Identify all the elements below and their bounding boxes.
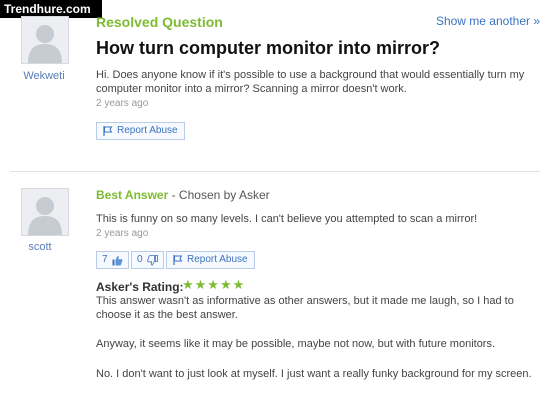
show-another-link[interactable]: Show me another » <box>436 14 540 28</box>
thumbs-up-count: 7 <box>102 254 108 265</box>
askers-rating-label: Asker's Rating: <box>96 280 184 294</box>
asker-comment-2: Anyway, it seems like it may be possible… <box>96 338 496 350</box>
asker-comment-1: This answer wasn't as informative as oth… <box>96 295 514 321</box>
section-divider <box>10 171 540 172</box>
default-avatar-icon <box>22 17 68 63</box>
asker-avatar[interactable] <box>21 16 69 64</box>
rating-stars: ★★★★★ <box>182 277 246 292</box>
best-answer-heading: Best Answer - Chosen by Asker <box>96 188 270 202</box>
thumbs-up-button[interactable]: 7 <box>96 251 129 269</box>
thumbs-down-count: 0 <box>137 254 143 265</box>
default-avatar-icon <box>22 189 68 235</box>
answer-body: This is funny on so many levels. I can't… <box>96 213 478 225</box>
question-title: How turn computer monitor into mirror? <box>96 38 440 58</box>
answerer-avatar[interactable] <box>21 188 69 236</box>
report-abuse-label: Report Abuse <box>187 254 248 265</box>
flag-icon <box>173 255 183 265</box>
report-abuse-label: Report Abuse <box>117 125 178 136</box>
thumbs-down-button[interactable]: 0 <box>131 251 164 269</box>
question-report-abuse-button[interactable]: Report Abuse <box>96 122 185 140</box>
question-timestamp: 2 years ago <box>96 98 149 109</box>
answer-timestamp: 2 years ago <box>96 228 149 239</box>
question-body: Hi. Does anyone know if it's possible to… <box>96 69 525 95</box>
answerer-username[interactable]: scott <box>10 241 70 253</box>
chosen-by-label: - Chosen by Asker <box>171 188 270 202</box>
best-answer-label: Best Answer <box>96 188 169 202</box>
thumbs-up-icon <box>112 255 122 265</box>
asker-username[interactable]: Wekweti <box>14 70 74 82</box>
resolved-question-label: Resolved Question <box>96 14 223 30</box>
asker-comment-3: No. I don't want to just look at myself.… <box>96 368 532 380</box>
flag-icon <box>103 126 113 136</box>
thumbs-down-icon <box>146 254 158 265</box>
answer-report-abuse-button[interactable]: Report Abuse <box>166 251 255 269</box>
